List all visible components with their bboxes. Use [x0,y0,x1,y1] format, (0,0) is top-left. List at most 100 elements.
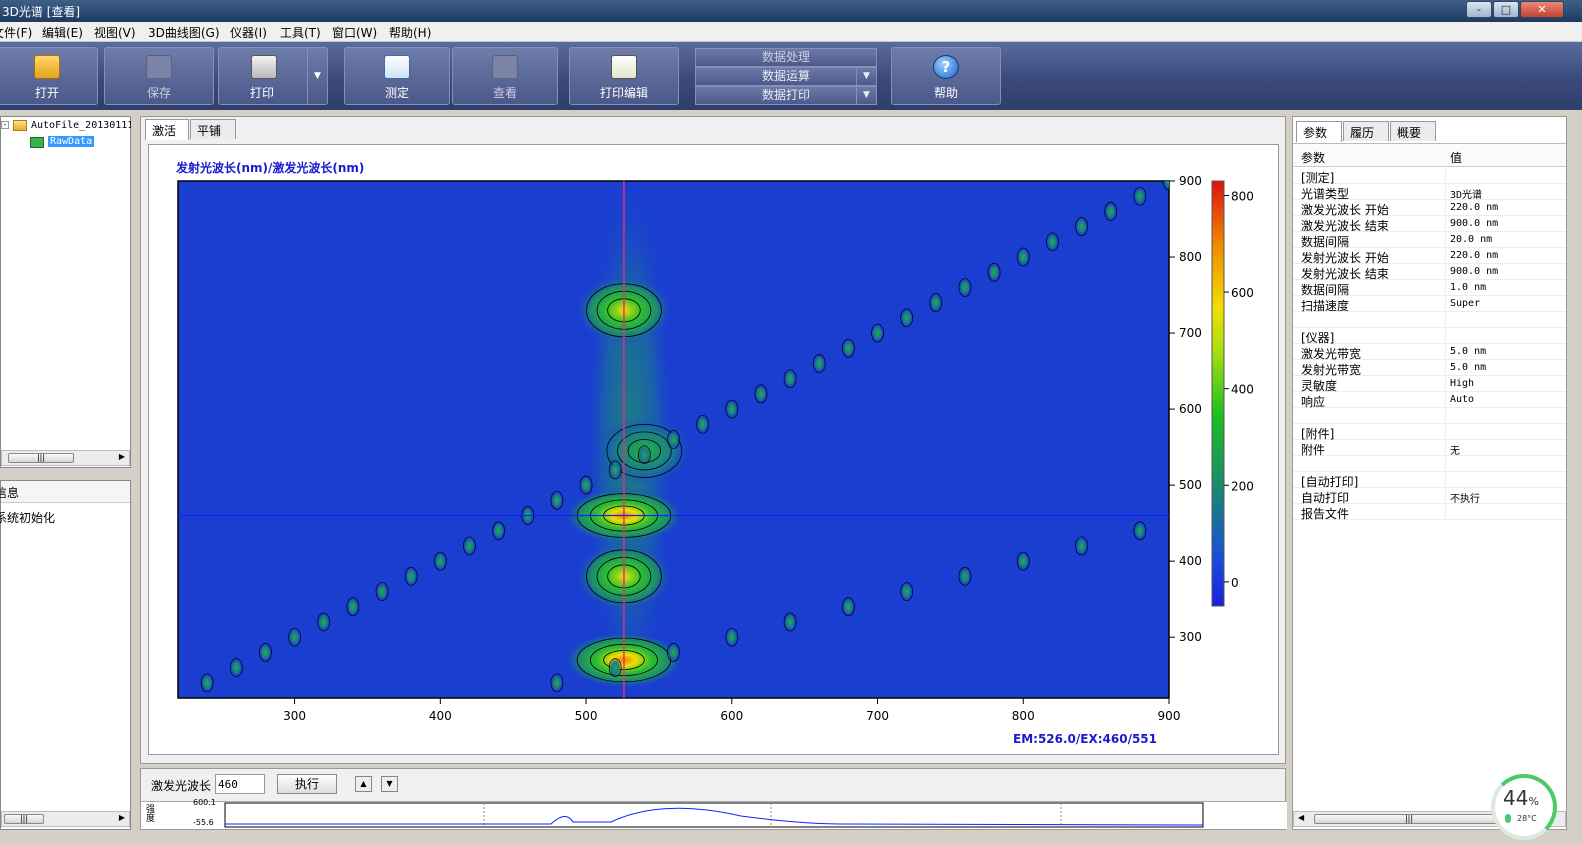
data-print-dropdown[interactable]: 数据打印 ▼ [695,86,877,105]
colorbar-tick-label: 400 [1231,383,1254,397]
param-row[interactable] [1293,312,1566,328]
menu-view[interactable]: 视图(V) [94,24,136,41]
print-button[interactable]: 打印 ▼ [218,47,328,105]
y-tick-label: 400 [1179,554,1202,568]
scatter-dot [550,673,564,693]
tree-child-rawdata[interactable]: RawData [48,136,95,147]
scroll-thumb[interactable]: ||| [4,814,44,824]
scroll-thumb[interactable]: ||| [8,453,74,463]
data-process-group: 数据处理 [695,48,877,67]
tree-expander-icon[interactable]: - [1,121,9,129]
printer-icon [251,55,277,79]
param-row[interactable]: 数据间隔 20.0 nm [1293,232,1566,249]
param-row[interactable]: 灵敏度 High [1293,376,1566,393]
data-print-label: 数据打印 [761,88,810,102]
param-key: 报告文件 [1301,507,1350,521]
excitation-control-panel: 激发光波长 执行 ▲ ▼ 强度 600.1 -55.6 [140,768,1287,830]
param-row[interactable]: 自动打印 不执行 [1293,488,1566,505]
scroll-thumb[interactable]: ||| [1314,814,1504,824]
menu-instrument[interactable]: 仪器(I) [230,24,267,41]
param-row[interactable]: 发射光带宽 5.0 nm [1293,360,1566,377]
scroll-left-icon[interactable]: ◀ [1298,813,1304,822]
scatter-dot [958,278,972,297]
param-row[interactable]: 激发光波长 结束 900.0 nm [1293,216,1566,233]
data-calc-label: 数据运算 [761,69,810,83]
data-calc-dropdown[interactable]: 数据运算 ▼ [695,67,877,86]
print-edit-label: 打印编辑 [599,86,648,100]
measure-label: 测定 [384,86,409,100]
scatter-dot [317,612,331,632]
x-tick-label: 600 [720,709,743,723]
menu-edit[interactable]: 编辑(E) [42,24,83,41]
param-row[interactable]: 报告文件 [1293,504,1566,521]
param-row[interactable]: 激发光波长 开始 220.0 nm [1293,200,1566,217]
info-scrollbar[interactable]: ||| ▶ [1,811,130,827]
data-icon [30,137,44,148]
y-tick-label: 900 [1179,174,1202,188]
param-row[interactable]: 附件无 [1293,440,1566,457]
print-edit-button[interactable]: 打印编辑 [569,47,679,105]
tab-activate[interactable]: 激活 [145,119,189,140]
print-label: 打印 [249,86,274,100]
scatter-dot [900,582,914,601]
param-value: 5.0 nm [1450,346,1487,357]
scatter-dot [463,536,476,556]
badge-percent: 44% [1503,786,1539,810]
save-button[interactable]: 保存 [104,47,214,105]
menu-file[interactable]: 文件(F) [0,24,32,41]
scroll-right-icon[interactable]: ▶ [119,452,125,461]
heatmap-plot[interactable]: 300 400 500 600 700 800 900 300 400 500 600 700 800… [149,145,1280,756]
view-spectrum-icon [492,55,518,79]
tree-root-label[interactable]: AutoFile_20130111 [31,120,131,131]
param-row[interactable]: 光谱类型 3D光谱 [1293,184,1566,201]
info-header: 信息 [0,481,130,503]
tree-scrollbar[interactable]: ||| ▶ [1,450,130,466]
tab-params[interactable]: 参数 [1296,121,1342,142]
up-arrow-icon[interactable]: ▲ [355,776,372,792]
param-row[interactable]: 发射光波长 开始 220.0 nm [1293,248,1566,265]
execute-button[interactable]: 执行 [277,774,337,794]
open-button[interactable]: 打开 [0,47,98,105]
menu-tools[interactable]: 工具(T) [280,24,321,41]
tab-tile[interactable]: 平铺 [190,119,236,139]
info-line: 系统初始化 [0,511,56,525]
param-row[interactable]: [自动打印] [1293,472,1566,489]
param-row[interactable]: 扫描速度 Super [1293,296,1566,313]
close-button[interactable]: ✕ [1520,1,1564,18]
menu-window[interactable]: 窗口(W) [332,24,377,41]
param-value: High [1450,378,1475,389]
down-arrow-icon[interactable]: ▼ [381,776,398,792]
chevron-down-icon[interactable]: ▼ [856,87,876,104]
param-row[interactable]: 激发光带宽 5.0 nm [1293,344,1566,361]
param-row[interactable] [1293,408,1566,424]
params-col-value: 值 [1450,151,1463,165]
spectrum-preview: 强度 600.1 -55.6 [141,798,1287,829]
menu-3d-graph[interactable]: 3D曲线图(G) [148,24,220,41]
scatter-dot [754,384,768,404]
menu-help[interactable]: 帮助(H) [389,24,431,41]
scatter-dot [929,293,943,312]
minimize-button[interactable]: - [1466,1,1492,18]
help-button[interactable]: ? 帮助 [891,47,1001,105]
param-row[interactable]: [仪器] [1293,328,1566,345]
tab-summary[interactable]: 概要 [1390,121,1436,141]
param-row[interactable]: 响应 Auto [1293,392,1566,409]
param-row[interactable] [1293,456,1566,472]
param-row[interactable]: 数据间隔 1.0 nm [1293,280,1566,297]
view-button[interactable]: 查看 [452,47,558,105]
scatter-dot [958,567,972,586]
cpu-usage-badge[interactable]: 44% 28°C [1491,774,1557,840]
maximize-button[interactable]: □ [1493,1,1519,18]
param-row[interactable]: 发射光波长 结束 900.0 nm [1293,264,1566,281]
chevron-down-icon[interactable]: ▼ [856,68,876,85]
scatter-dot [375,582,389,601]
param-row[interactable]: [附件] [1293,424,1566,441]
measure-button[interactable]: 测定 [344,47,450,105]
excitation-input[interactable] [215,774,265,794]
tab-history[interactable]: 履历 [1343,121,1389,141]
scroll-right-icon[interactable]: ▶ [119,813,125,822]
folder-icon [13,120,27,131]
colorbar [1211,180,1225,607]
param-row[interactable]: [测定] [1293,168,1566,185]
print-dropdown-arrow-icon[interactable]: ▼ [307,48,327,104]
